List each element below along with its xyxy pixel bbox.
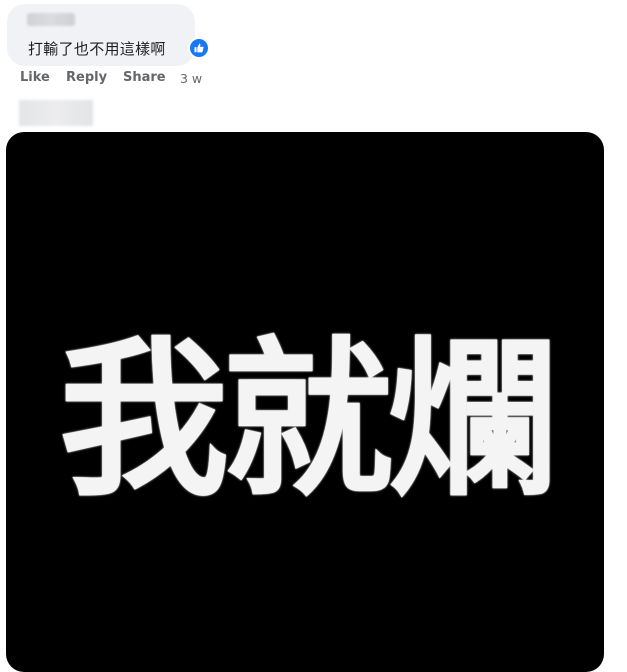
thumbs-up-icon (194, 43, 204, 53)
reply-action[interactable]: Reply (66, 70, 107, 85)
commenter-name-redacted (27, 13, 75, 26)
replier-name-redacted (19, 100, 93, 126)
comment-timestamp[interactable]: 3 w (180, 71, 202, 86)
comment-text: 打輸了也不用這樣啊 (28, 40, 166, 58)
like-icon (190, 39, 208, 57)
comment-bubble: 打輸了也不用這樣啊 (7, 4, 195, 66)
share-action[interactable]: Share (123, 70, 166, 85)
reaction-badge[interactable] (188, 37, 210, 59)
reply-meme-image[interactable]: 我就爛 (6, 132, 604, 672)
like-action[interactable]: Like (20, 70, 50, 85)
meme-text: 我就爛 (58, 320, 557, 520)
